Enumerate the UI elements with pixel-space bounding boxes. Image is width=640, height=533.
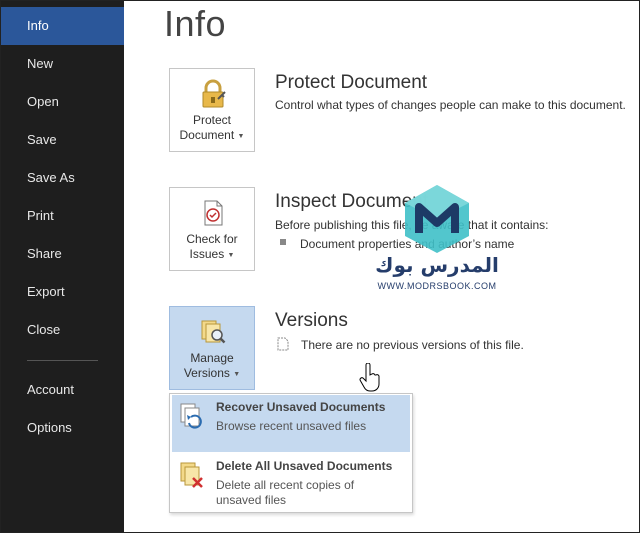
sidebar-item-account[interactable]: Account: [1, 371, 124, 409]
delete-item-description: Delete all recent copies of unsaved file…: [216, 478, 355, 507]
page-title: Info: [164, 3, 227, 44]
sidebar-item-print[interactable]: Print: [1, 197, 124, 235]
lock-key-icon: [202, 79, 226, 108]
manage-versions-button[interactable]: Manage Versions ▼: [169, 306, 255, 390]
versions-section-description: There are no previous versions of this f…: [301, 338, 524, 352]
delete-item-title: Delete All Unsaved Documents: [216, 459, 393, 473]
versions-section-title: Versions: [275, 310, 348, 331]
check-for-issues-button[interactable]: Check for Issues ▼: [169, 187, 255, 271]
delete-documents-icon: [180, 462, 203, 488]
chevron-down-icon: ▼: [227, 252, 235, 259]
hand-pointer-icon: [359, 363, 380, 392]
delete-all-unsaved-documents-item[interactable]: Delete All Unsaved Documents Delete all …: [172, 454, 410, 510]
sidebar-item-share[interactable]: Share: [1, 235, 124, 273]
protect-section-description: Control what types of changes people can…: [275, 98, 626, 112]
versions-button-label-1: Manage: [190, 351, 234, 365]
protect-document-button[interactable]: Protect Document ▼: [169, 68, 255, 152]
manage-versions-menu: Recover Unsaved Documents Browse recent …: [169, 393, 413, 513]
recover-item-title: Recover Unsaved Documents: [216, 400, 386, 414]
protect-button-label-2: Document: [179, 128, 235, 142]
versions-button-label-2: Versions: [183, 366, 230, 380]
backstage-sidebar: Info New Open Save Save As Print Share E…: [1, 1, 124, 532]
sidebar-item-new[interactable]: New: [1, 45, 124, 83]
check-button-label-2: Issues: [189, 247, 225, 261]
bullet-icon: [280, 239, 286, 245]
inspect-section-description: Before publishing this file, be aware th…: [275, 218, 549, 232]
inspect-section-title: Inspect Document: [275, 191, 429, 212]
recover-item-description: Browse recent unsaved files: [216, 419, 367, 433]
backstage-window: Info New Open Save Save As Print Share E…: [0, 0, 640, 533]
sidebar-item-save[interactable]: Save: [1, 121, 124, 159]
recover-documents-icon: [180, 403, 202, 429]
chevron-down-icon: ▼: [233, 371, 241, 378]
info-panel: Info Protect Document ▼ Protect Document…: [124, 1, 639, 532]
sidebar-item-close[interactable]: Close: [1, 311, 124, 349]
manage-versions-icon: [201, 320, 226, 344]
inspect-bullet-text: Document properties and author’s name: [300, 237, 515, 251]
sidebar-divider: [27, 360, 98, 361]
sidebar-item-open[interactable]: Open: [1, 83, 124, 121]
protect-button-label-1: Protect: [192, 113, 231, 127]
sidebar-item-save-as[interactable]: Save As: [1, 159, 124, 197]
inspect-document-icon: [204, 200, 223, 226]
sidebar-item-info[interactable]: Info: [1, 7, 124, 45]
sidebar-item-export[interactable]: Export: [1, 273, 124, 311]
document-icon: [277, 337, 289, 351]
chevron-down-icon: ▼: [237, 133, 245, 140]
recover-unsaved-documents-item[interactable]: Recover Unsaved Documents Browse recent …: [172, 395, 410, 452]
watermark-url: WWW.MODRSBOOK.COM: [377, 281, 497, 291]
protect-section-title: Protect Document: [275, 72, 428, 93]
watermark-arabic-text: المدرس بوك: [375, 253, 499, 277]
sidebar-item-options[interactable]: Options: [1, 409, 124, 447]
check-button-label-1: Check for: [186, 232, 238, 246]
